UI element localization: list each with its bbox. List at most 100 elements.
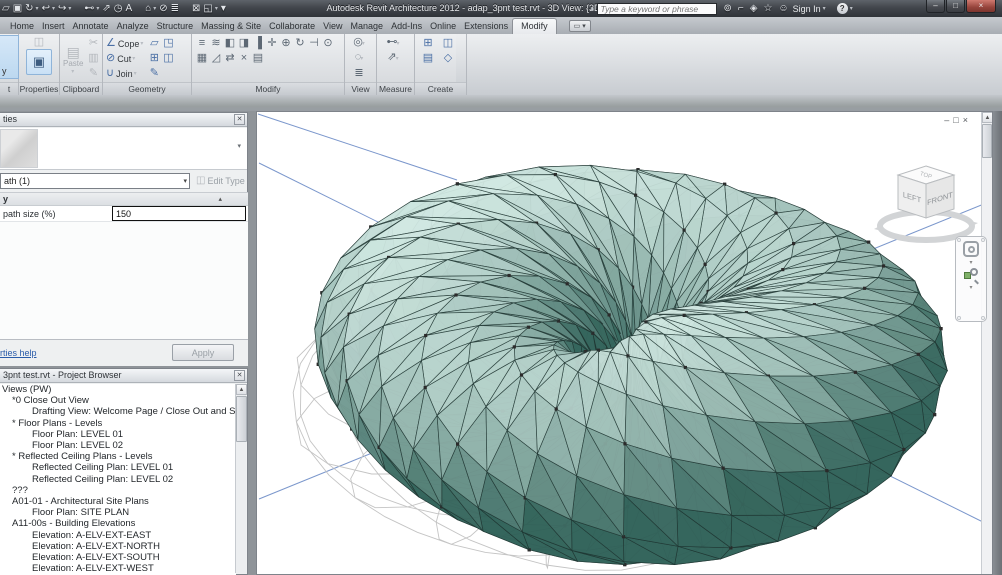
create-parts-icon[interactable]: ▤: [423, 52, 433, 65]
mirror-pick-axis-icon[interactable]: ◧: [225, 37, 235, 50]
property-group-header[interactable]: y ▴: [0, 192, 248, 206]
array-icon[interactable]: ▦: [197, 52, 207, 65]
modify-select-button[interactable]: y: [0, 35, 19, 79]
zoom-icon[interactable]: [964, 268, 978, 282]
tab-online[interactable]: Online: [426, 19, 460, 34]
search-collapse-caret[interactable]: ◂: [590, 5, 594, 13]
rotate-icon[interactable]: ↻: [295, 37, 304, 50]
project-browser-title[interactable]: 3pnt test.rvt - Project Browser ✕: [0, 369, 247, 383]
browser-tree-item[interactable]: Elevation: A-ELV-EXT-SOUTH: [0, 552, 236, 563]
type-preview-dropdown-icon[interactable]: ▾: [237, 142, 241, 150]
browser-tree-item[interactable]: Reflected Ceiling Plan: LEVEL 02: [0, 474, 236, 485]
unpin-icon[interactable]: ⇄: [225, 52, 234, 65]
apply-coping-icon[interactable]: ▱: [150, 37, 158, 50]
text-icon[interactable]: A: [126, 2, 133, 16]
viewport-minimize-icon[interactable]: –: [944, 115, 949, 125]
browser-tree-item[interactable]: Elevation: A-ELV-EXT-NORTH: [0, 541, 236, 552]
undo-dropdown-icon[interactable]: ▾: [52, 5, 55, 12]
properties-palette-button[interactable]: ▣: [26, 49, 52, 75]
browser-tree-item[interactable]: Floor Plan: LEVEL 02: [0, 440, 236, 451]
property-value-input[interactable]: [112, 206, 246, 221]
group-collapse-icon[interactable]: ▴: [218, 195, 222, 203]
tab-extensions[interactable]: Extensions: [460, 19, 512, 34]
pin-icon[interactable]: ⊙: [323, 37, 332, 50]
tab-home[interactable]: Home: [6, 19, 38, 34]
measure-dropdown-icon[interactable]: ▾: [96, 5, 99, 12]
visibility-graphics-icon[interactable]: ◎▾: [353, 36, 365, 51]
favorites-star-icon[interactable]: ☆: [763, 3, 772, 14]
create-group-icon[interactable]: ⊞: [423, 37, 432, 50]
browser-tree-item[interactable]: Views (PW): [0, 384, 236, 395]
browser-scrollbar[interactable]: ▲: [235, 384, 246, 573]
cut-to-clipboard-icon[interactable]: ✂: [89, 37, 98, 50]
tab-manage[interactable]: Manage: [347, 19, 388, 34]
browser-tree-item[interactable]: ???: [0, 485, 236, 496]
create-assembly-icon[interactable]: ◫: [443, 37, 453, 50]
measure-between-references-icon[interactable]: ⊷▾: [386, 36, 399, 51]
switch-windows-icon[interactable]: ◱: [203, 2, 212, 16]
create-similar-icon[interactable]: ◇: [444, 52, 452, 65]
sync-with-central-icon[interactable]: ↻: [25, 2, 33, 16]
thin-lines-icon[interactable]: ≣: [171, 2, 179, 16]
offset-icon[interactable]: ≋: [211, 37, 220, 50]
close-hidden-windows-icon[interactable]: ⊠: [192, 2, 200, 16]
undo-icon[interactable]: ↩: [42, 2, 50, 16]
ribbon-state-toggle[interactable]: ▭ ▾: [569, 20, 591, 32]
help-dropdown-icon[interactable]: ▾: [850, 5, 853, 12]
cope-button[interactable]: ∠Cope▾: [106, 36, 143, 51]
open-icon[interactable]: ▱: [2, 2, 10, 16]
tab-modify[interactable]: Modify: [512, 18, 557, 34]
properties-help-link[interactable]: rties help: [0, 348, 37, 358]
paste-button[interactable]: ▤ Paste ▾: [63, 40, 83, 81]
browser-tree-item[interactable]: Reflected Ceiling Plan: LEVEL 01: [0, 462, 236, 473]
tag-by-category-icon[interactable]: ◷: [114, 2, 123, 16]
browser-tree-item[interactable]: Floor Plan: LEVEL 01: [0, 429, 236, 440]
viewport-scroll-up-icon[interactable]: ▲: [982, 112, 993, 123]
browser-tree-item[interactable]: *0 Close Out View: [0, 395, 236, 406]
sign-in-label[interactable]: Sign In: [793, 4, 821, 14]
switch-windows-dropdown-icon[interactable]: ▾: [215, 5, 218, 12]
zoom-dropdown-icon[interactable]: ▾: [969, 284, 972, 291]
measure-icon[interactable]: ⊷: [84, 2, 94, 16]
match-icon[interactable]: ▤: [253, 52, 263, 65]
save-icon[interactable]: ▣: [13, 2, 22, 16]
browser-tree-item[interactable]: * Reflected Ceiling Plans - Levels: [0, 451, 236, 462]
delete-icon[interactable]: ×: [241, 52, 247, 65]
browser-tree-item[interactable]: A11-00s - Building Elevations: [0, 518, 236, 529]
trim-extend-icon[interactable]: ⊣: [309, 37, 319, 50]
default-3d-view-dropdown-icon[interactable]: ▾: [153, 5, 156, 12]
edit-type-button[interactable]: ◫ Edit Type: [196, 174, 245, 187]
steering-wheel-icon[interactable]: [963, 241, 979, 257]
split-face-icon[interactable]: ◫: [163, 52, 173, 65]
paint-icon[interactable]: ✎: [150, 67, 159, 80]
apply-button[interactable]: Apply: [172, 344, 234, 361]
navigation-bar[interactable]: ▾ ▾: [955, 236, 987, 322]
project-browser-close-icon[interactable]: ✕: [234, 370, 245, 381]
tab-structure[interactable]: Structure: [153, 19, 198, 34]
close-button[interactable]: ×: [966, 0, 996, 13]
minimize-button[interactable]: –: [926, 0, 945, 13]
sync-with-central-dropdown-icon[interactable]: ▾: [36, 5, 39, 12]
browser-tree-item[interactable]: * Floor Plans - Levels: [0, 418, 236, 429]
subscription-key-icon[interactable]: ⌐: [738, 3, 744, 14]
cut-geometry-dropdown-icon[interactable]: ▾: [132, 55, 135, 62]
maximize-button[interactable]: □: [946, 0, 965, 13]
tab-massing-site[interactable]: Massing & Site: [197, 19, 265, 34]
scale-icon[interactable]: ◿: [212, 52, 220, 65]
cope-dropdown-icon[interactable]: ▾: [140, 40, 143, 47]
communication-center-icon[interactable]: ◈: [750, 3, 758, 14]
type-preview[interactable]: ▾: [0, 128, 247, 170]
redo-dropdown-icon[interactable]: ▾: [68, 5, 71, 12]
help-icon[interactable]: ?: [837, 3, 848, 14]
sign-in-dropdown-icon[interactable]: ▾: [823, 5, 826, 12]
wall-joins-icon[interactable]: ⊞: [150, 52, 159, 65]
join-geometry-dropdown-icon[interactable]: ▾: [134, 70, 137, 77]
measure-along-element-icon[interactable]: ⇗▾: [387, 51, 398, 66]
tab-analyze[interactable]: Analyze: [113, 19, 153, 34]
properties-palette-title[interactable]: ties ✕: [0, 113, 247, 127]
search-binoculars-icon[interactable]: ⊚: [724, 3, 732, 14]
cut-geometry-button[interactable]: ⊘Cut▾: [106, 51, 143, 66]
thin-lines-toggle-icon[interactable]: ≣: [354, 67, 363, 80]
properties-close-icon[interactable]: ✕: [234, 114, 245, 125]
demolish-icon[interactable]: ◳: [163, 37, 173, 50]
